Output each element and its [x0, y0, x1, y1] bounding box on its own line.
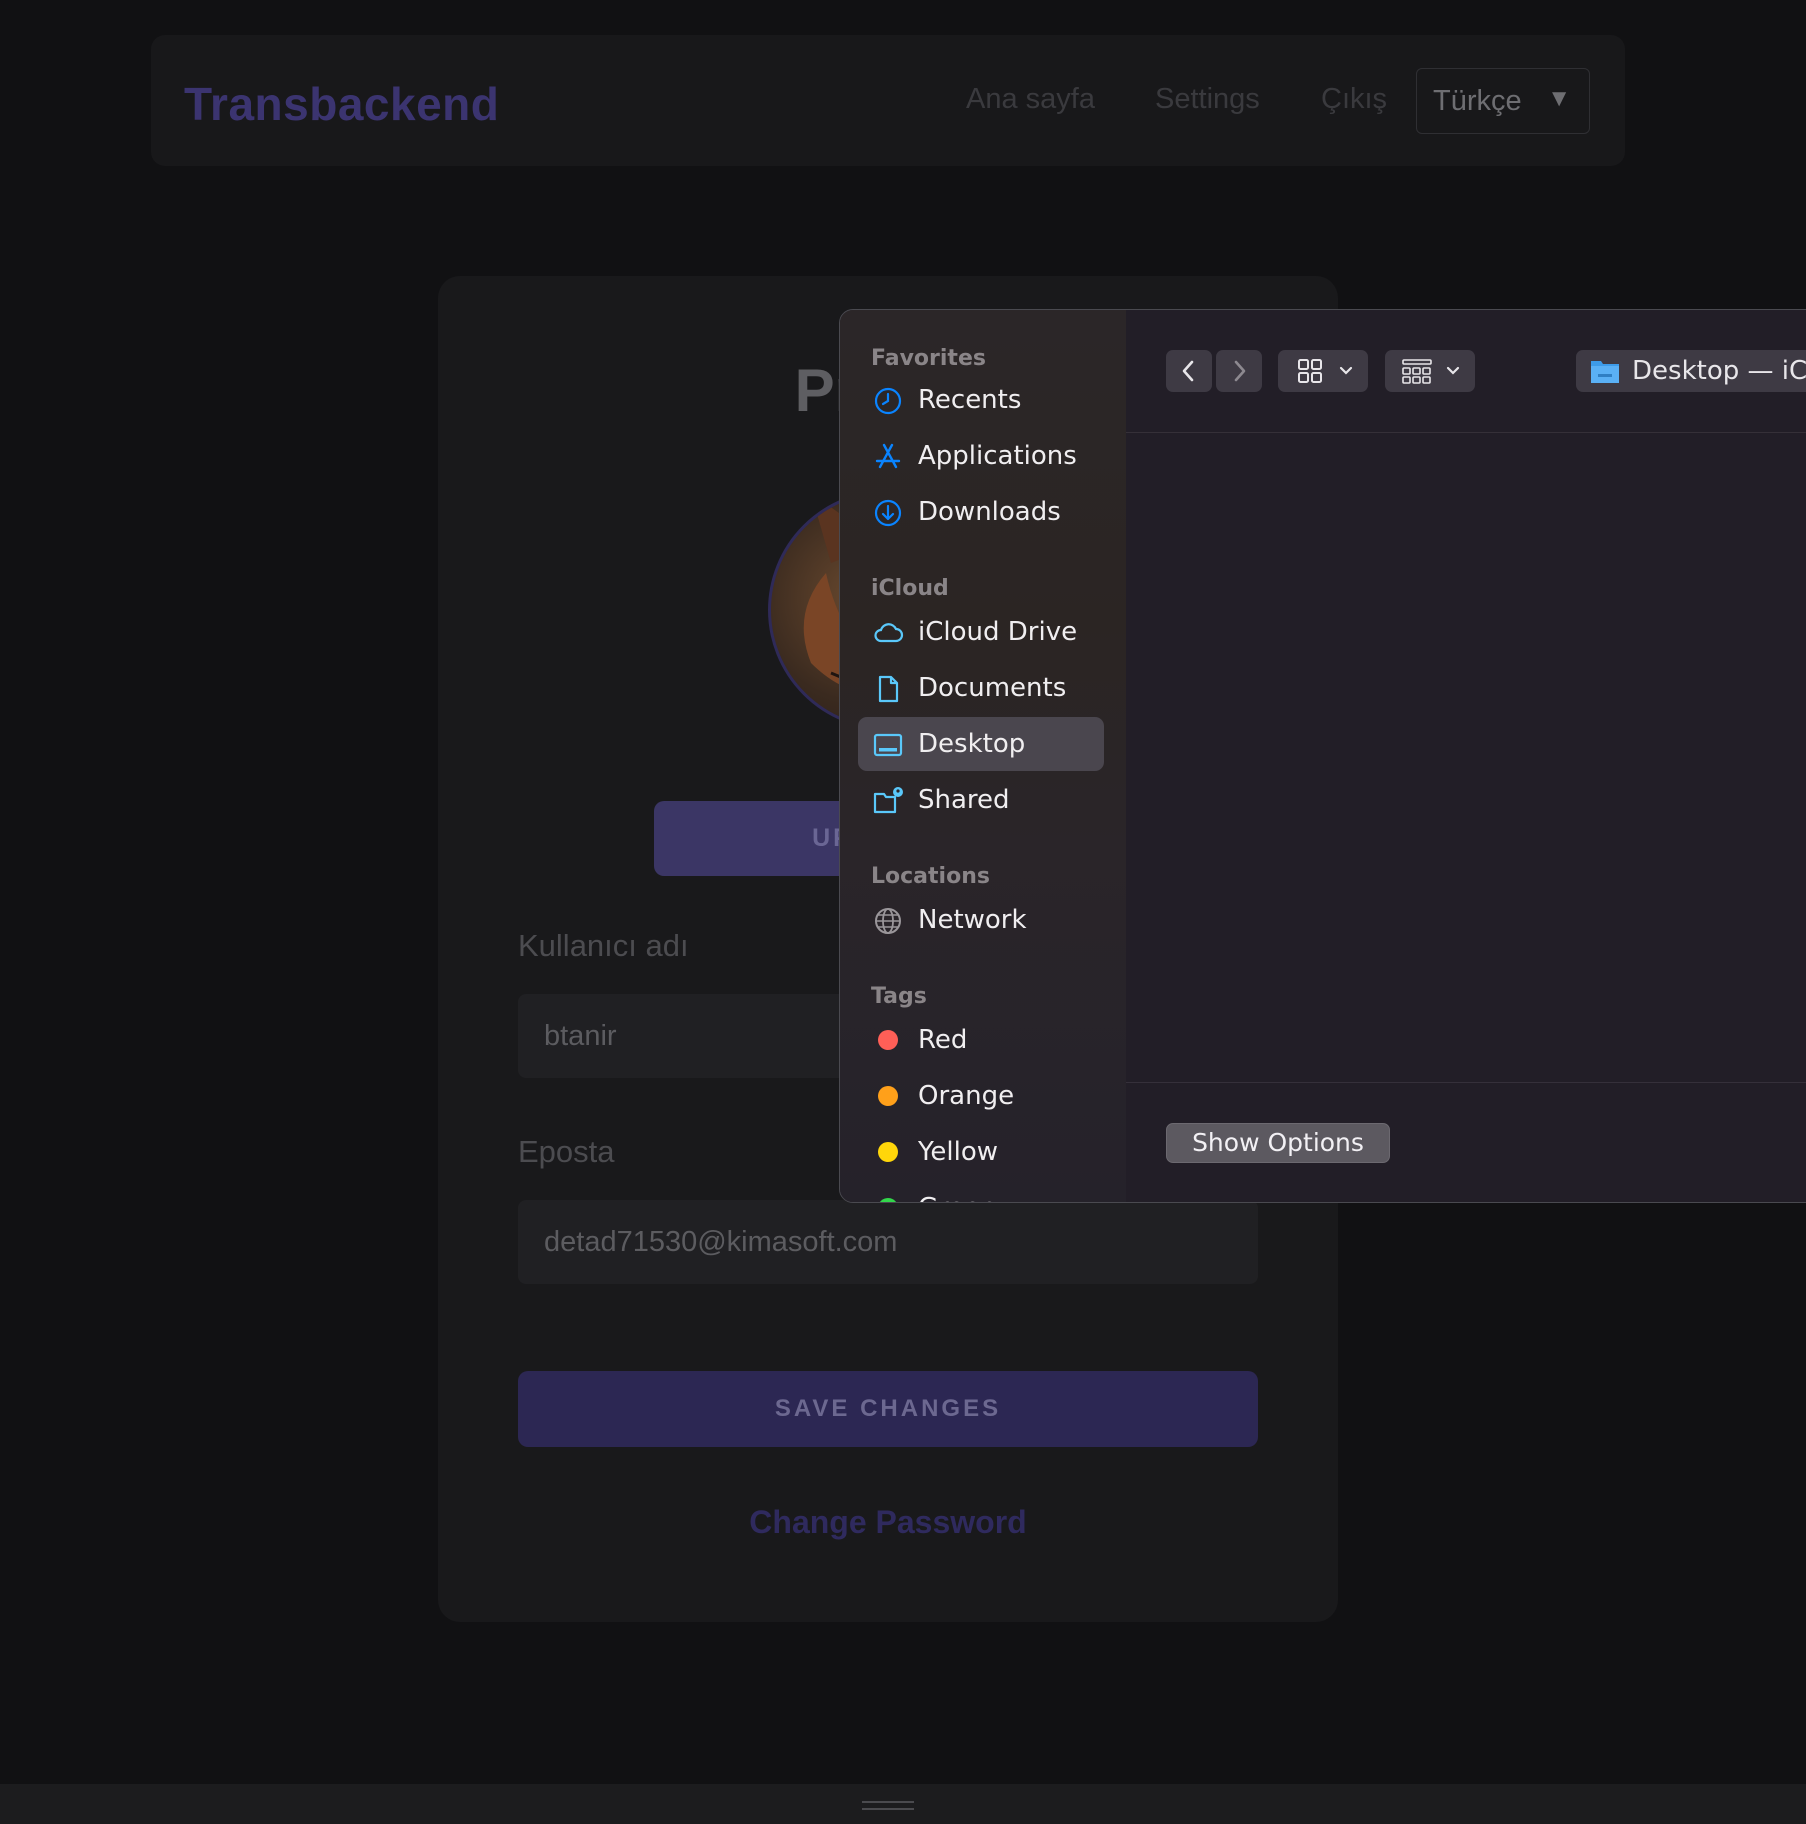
- location-path-label: Desktop — iCloud: [1632, 356, 1806, 386]
- sidebar-item-recents[interactable]: Recents: [858, 373, 1104, 427]
- document-icon: [878, 675, 899, 703]
- sidebar-item-label: iCloud Drive: [918, 617, 1078, 647]
- sidebar-item-label: Documents: [918, 673, 1067, 703]
- section-favorites: Favorites: [871, 346, 986, 371]
- language-select-value: Türkçe: [1433, 85, 1522, 117]
- sidebar-item-applications[interactable]: Applications: [858, 429, 1104, 483]
- sidebar-item-label: Network: [918, 905, 1027, 935]
- green-tag-dot-icon: [878, 1198, 898, 1202]
- top-navbar: Transbackend Ana sayfa Settings Çıkış Tü…: [151, 35, 1625, 166]
- chevron-right-icon: [1234, 360, 1246, 382]
- sidebar-tag-green[interactable]: Green: [858, 1181, 1104, 1202]
- nav-link-settings[interactable]: Settings: [1155, 83, 1260, 116]
- sidebar-item-shared[interactable]: Shared: [858, 773, 1104, 827]
- show-options-button[interactable]: Show Options: [1166, 1123, 1390, 1163]
- sidebar-item-label: Recents: [918, 385, 1022, 415]
- save-changes-button[interactable]: SAVE CHANGES: [518, 1371, 1258, 1447]
- sidebar-tag-red[interactable]: Red: [858, 1013, 1104, 1067]
- nav-link-logout[interactable]: Çıkış: [1321, 83, 1387, 116]
- sidebar-item-label: Applications: [918, 441, 1077, 471]
- sidebar-item-label: Shared: [918, 785, 1010, 815]
- sidebar-item-downloads[interactable]: Downloads: [858, 485, 1104, 539]
- shared-folder-icon: [873, 787, 903, 814]
- sidebar-item-network[interactable]: Network: [858, 893, 1104, 947]
- sidebar-tag-orange[interactable]: Orange: [858, 1069, 1104, 1123]
- section-tags: Tags: [871, 984, 927, 1009]
- username-label: Kullanıcı adı: [518, 928, 689, 963]
- location-path-button[interactable]: Desktop — iCloud: [1576, 350, 1806, 392]
- sidebar-item-label: Downloads: [918, 497, 1061, 527]
- sidebar-item-documents[interactable]: Documents: [858, 661, 1104, 715]
- picker-main-pane: Desktop — iCloud Show Options: [1126, 310, 1806, 1202]
- chevron-left-icon: [1182, 360, 1194, 382]
- email-label: Eposta: [518, 1134, 615, 1169]
- sidebar-item-label: Desktop: [918, 729, 1026, 759]
- grid-view-icon: [1298, 359, 1353, 383]
- applications-icon: [875, 443, 901, 469]
- orange-tag-dot-icon: [878, 1086, 898, 1106]
- sidebar-item-label: Orange: [918, 1081, 1015, 1111]
- change-password-link[interactable]: Change Password: [438, 1504, 1338, 1541]
- language-select[interactable]: Türkçe ▼: [1416, 68, 1590, 134]
- sidebar-item-label: Green: [918, 1193, 997, 1202]
- brand-logo[interactable]: Transbackend: [184, 77, 499, 131]
- view-mode-button[interactable]: [1278, 350, 1368, 392]
- cloud-icon: [874, 623, 904, 643]
- globe-icon: [875, 908, 901, 934]
- footer-divider: [1126, 1082, 1806, 1083]
- folder-icon: [1591, 361, 1619, 383]
- group-view-icon: [1402, 359, 1460, 384]
- sidebar-item-icloud-drive[interactable]: iCloud Drive: [858, 605, 1104, 659]
- file-picker-dialog: Favorites Recents Applications Downloads…: [839, 309, 1806, 1203]
- drag-handle-icon[interactable]: [862, 1801, 914, 1810]
- yellow-tag-dot-icon: [878, 1142, 898, 1162]
- picker-toolbar: Desktop — iCloud: [1126, 310, 1806, 433]
- clock-icon: [874, 387, 902, 415]
- group-mode-button[interactable]: [1385, 350, 1475, 392]
- red-tag-dot-icon: [878, 1030, 898, 1050]
- sidebar-item-desktop[interactable]: Desktop: [858, 717, 1104, 771]
- back-button[interactable]: [1166, 350, 1212, 392]
- sidebar-tag-yellow[interactable]: Yellow: [858, 1125, 1104, 1179]
- nav-link-home[interactable]: Ana sayfa: [966, 83, 1095, 116]
- sidebar-item-label: Yellow: [918, 1137, 999, 1167]
- bottom-resize-bar: [0, 1784, 1806, 1824]
- desktop-icon: [873, 733, 903, 757]
- picker-sidebar: Favorites Recents Applications Downloads…: [840, 310, 1127, 1202]
- section-icloud: iCloud: [871, 576, 949, 601]
- email-field[interactable]: detad71530@kimasoft.com: [518, 1200, 1258, 1284]
- sidebar-item-label: Red: [918, 1025, 968, 1055]
- section-locations: Locations: [871, 864, 990, 889]
- download-icon: [874, 499, 902, 527]
- forward-button[interactable]: [1216, 350, 1262, 392]
- chevron-down-icon: ▼: [1547, 85, 1571, 112]
